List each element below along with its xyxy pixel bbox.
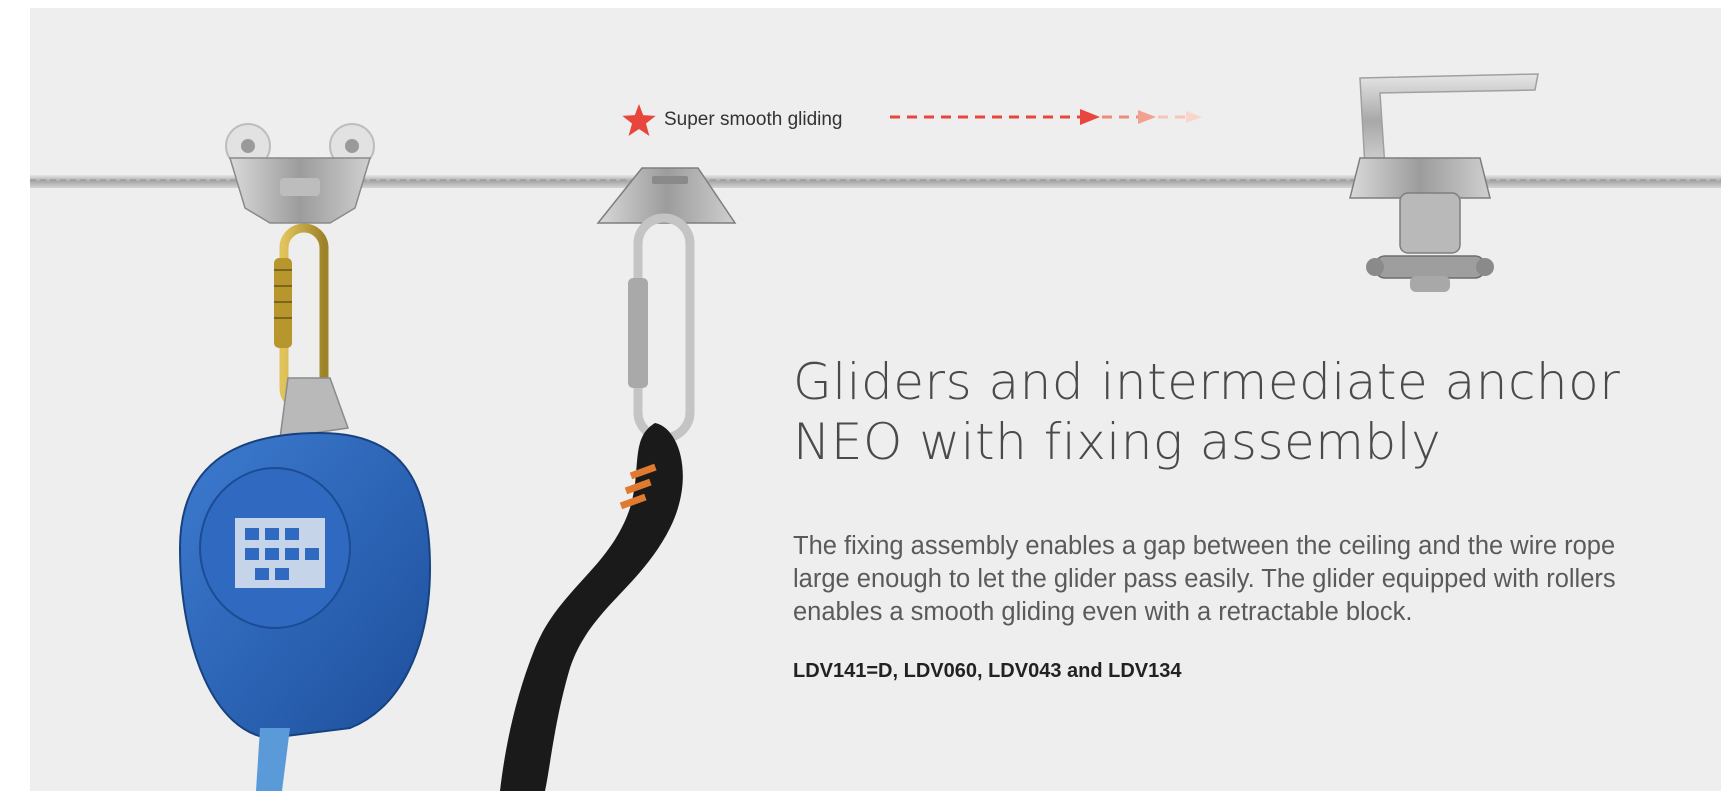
product-panel: Super smooth gliding Gliders and interme… bbox=[30, 8, 1721, 791]
callout-label: Super smooth gliding bbox=[664, 109, 843, 130]
silver-carabiner bbox=[628, 213, 695, 443]
product-codes: LDV141=D, LDV060, LDV043 and LDV134 bbox=[793, 660, 1182, 682]
page-title-line-2: NEO with fixing assembly bbox=[793, 413, 1442, 471]
description-text: The fixing assembly enables a gap betwee… bbox=[793, 532, 1616, 626]
page-title: Gliders and intermediate anchor NEO with… bbox=[793, 352, 1693, 472]
feature-callout: Super smooth gliding bbox=[622, 104, 843, 136]
motion-arrows bbox=[890, 109, 1202, 125]
elastic-lanyard bbox=[500, 423, 683, 791]
star-icon bbox=[622, 104, 656, 136]
page-title-line-1: Gliders and intermediate anchor bbox=[793, 353, 1621, 411]
roller-glider bbox=[225, 123, 375, 224]
retractable-block bbox=[178, 377, 432, 791]
